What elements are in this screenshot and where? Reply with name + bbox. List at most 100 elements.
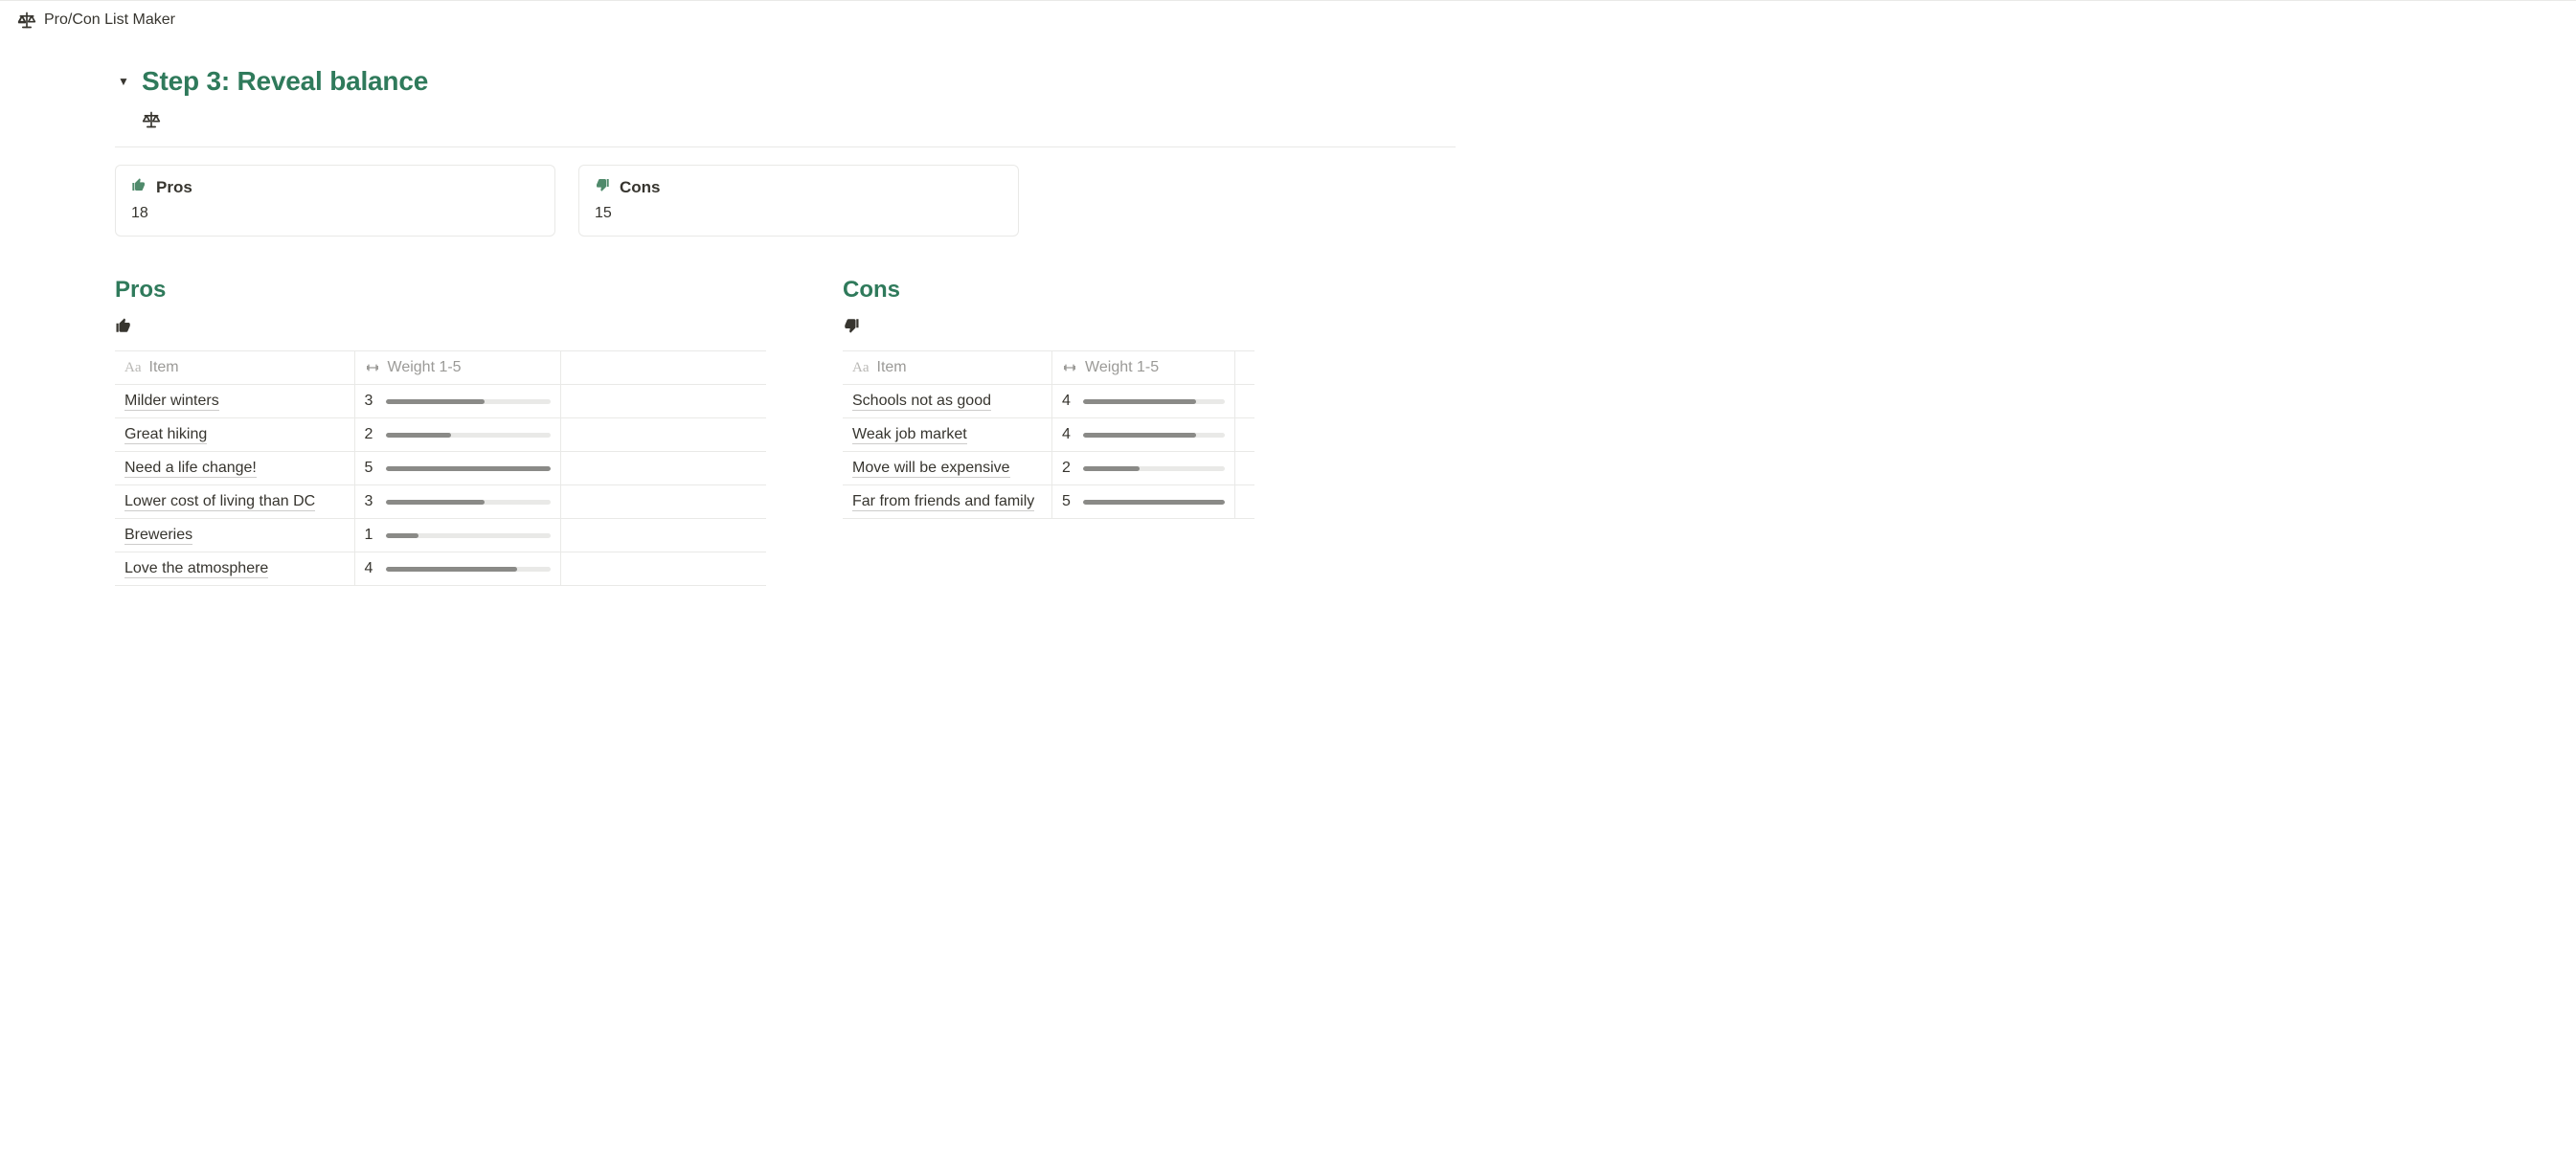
- spare-cell[interactable]: [560, 519, 766, 552]
- table-row[interactable]: Far from friends and family 5: [843, 485, 1254, 519]
- column-header-spare[interactable]: [1235, 351, 1255, 385]
- spare-cell[interactable]: [1235, 485, 1255, 519]
- weight-bar: [1083, 399, 1225, 404]
- summary-pros-label: Pros: [156, 178, 192, 197]
- item-cell[interactable]: Move will be expensive: [843, 452, 1052, 485]
- weight-cell[interactable]: 4: [1052, 385, 1235, 418]
- column-header-item[interactable]: Aa Item: [115, 351, 354, 385]
- summary-pros-value: 18: [131, 205, 539, 222]
- topbar: Pro/Con List Maker: [0, 0, 2576, 39]
- thumbs-down-icon: [595, 177, 610, 197]
- step-sub-icon: [115, 102, 1456, 141]
- spare-cell[interactable]: [560, 552, 766, 586]
- lists-row: Pros Aa Item: [115, 277, 1456, 586]
- column-header-weight-label: Weight 1-5: [1085, 359, 1159, 376]
- column-header-weight-label: Weight 1-5: [388, 359, 462, 376]
- table-row[interactable]: Weak job market 4: [843, 418, 1254, 452]
- weight-cell[interactable]: 3: [354, 385, 560, 418]
- table-row[interactable]: Schools not as good 4: [843, 385, 1254, 418]
- weight-value: 3: [365, 393, 374, 410]
- column-header-weight[interactable]: Weight 1-5: [1052, 351, 1235, 385]
- weight-bar: [1083, 466, 1225, 471]
- step-title: Step 3: Reveal balance: [142, 66, 428, 97]
- divider: [115, 146, 1456, 147]
- item-cell[interactable]: Great hiking: [115, 418, 354, 452]
- table-row[interactable]: Breweries 1: [115, 519, 766, 552]
- weight-cell[interactable]: 4: [354, 552, 560, 586]
- spare-cell[interactable]: [1235, 418, 1255, 452]
- column-header-weight[interactable]: Weight 1-5: [354, 351, 560, 385]
- item-cell[interactable]: Need a life change!: [115, 452, 354, 485]
- weight-value: 4: [365, 560, 374, 577]
- weight-bar: [386, 466, 551, 471]
- spare-cell[interactable]: [1235, 385, 1255, 418]
- weight-cell[interactable]: 1: [354, 519, 560, 552]
- weight-cell[interactable]: 2: [354, 418, 560, 452]
- weight-bar: [386, 533, 551, 538]
- table-row[interactable]: Need a life change! 5: [115, 452, 766, 485]
- weight-cell[interactable]: 3: [354, 485, 560, 519]
- item-cell[interactable]: Far from friends and family: [843, 485, 1052, 519]
- item-text: Need a life change!: [124, 460, 257, 478]
- thumbs-up-icon: [115, 313, 766, 350]
- weight-cell[interactable]: 2: [1052, 452, 1235, 485]
- column-header-item-label: Item: [877, 359, 907, 376]
- weight-value: 4: [1062, 426, 1072, 443]
- table-row[interactable]: Move will be expensive 2: [843, 452, 1254, 485]
- dumbbell-icon: [1062, 360, 1077, 375]
- item-text: Move will be expensive: [852, 460, 1010, 478]
- scale-icon: [17, 11, 36, 30]
- item-text: Lower cost of living than DC: [124, 493, 315, 511]
- item-cell[interactable]: Love the atmosphere: [115, 552, 354, 586]
- scale-icon: [142, 110, 1456, 129]
- weight-value: 3: [365, 493, 374, 510]
- item-text: Schools not as good: [852, 393, 991, 411]
- table-row[interactable]: Love the atmosphere 4: [115, 552, 766, 586]
- table-row[interactable]: Lower cost of living than DC 3: [115, 485, 766, 519]
- item-text: Weak job market: [852, 426, 967, 444]
- pros-title: Pros: [115, 277, 766, 304]
- summary-cons-value: 15: [595, 205, 1003, 222]
- item-cell[interactable]: Breweries: [115, 519, 354, 552]
- column-header-item-label: Item: [149, 359, 179, 376]
- toggle-triangle-icon[interactable]: ▼: [115, 75, 132, 88]
- column-header-spare[interactable]: [560, 351, 766, 385]
- item-text: Breweries: [124, 527, 192, 545]
- pros-table: Aa Item Weight 1-5: [115, 350, 766, 586]
- item-cell[interactable]: Lower cost of living than DC: [115, 485, 354, 519]
- spare-cell[interactable]: [560, 385, 766, 418]
- text-aa-icon: Aa: [852, 360, 870, 376]
- spare-cell[interactable]: [1235, 452, 1255, 485]
- summary-row: Pros 18 Cons 15: [115, 165, 1456, 237]
- weight-value: 2: [1062, 460, 1072, 477]
- step-header: ▼ Step 3: Reveal balance: [115, 58, 1456, 102]
- app-title[interactable]: Pro/Con List Maker: [44, 11, 175, 29]
- item-cell[interactable]: Weak job market: [843, 418, 1052, 452]
- weight-value: 1: [365, 527, 374, 544]
- weight-cell[interactable]: 5: [1052, 485, 1235, 519]
- table-row[interactable]: Milder winters 3: [115, 385, 766, 418]
- page-content: ▼ Step 3: Reveal balance Pros 18: [115, 39, 1456, 663]
- summary-card-cons[interactable]: Cons 15: [578, 165, 1019, 237]
- item-cell[interactable]: Milder winters: [115, 385, 354, 418]
- cons-table: Aa Item Weight 1-5: [843, 350, 1254, 519]
- weight-bar: [386, 433, 551, 438]
- table-row[interactable]: Great hiking2: [115, 418, 766, 452]
- spare-cell[interactable]: [560, 452, 766, 485]
- cons-title: Cons: [843, 277, 1254, 304]
- spare-cell[interactable]: [560, 418, 766, 452]
- text-aa-icon: Aa: [124, 360, 142, 376]
- item-cell[interactable]: Schools not as good: [843, 385, 1052, 418]
- item-text: Love the atmosphere: [124, 560, 268, 578]
- weight-bar: [386, 500, 551, 505]
- column-header-item[interactable]: Aa Item: [843, 351, 1052, 385]
- thumbs-down-icon: [843, 313, 1254, 350]
- spare-cell[interactable]: [560, 485, 766, 519]
- weight-cell[interactable]: 5: [354, 452, 560, 485]
- weight-cell[interactable]: 4: [1052, 418, 1235, 452]
- weight-value: 4: [1062, 393, 1072, 410]
- cons-block: Cons Aa Item: [843, 277, 1254, 586]
- weight-value: 5: [1062, 493, 1072, 510]
- summary-cons-label: Cons: [620, 178, 661, 197]
- summary-card-pros[interactable]: Pros 18: [115, 165, 555, 237]
